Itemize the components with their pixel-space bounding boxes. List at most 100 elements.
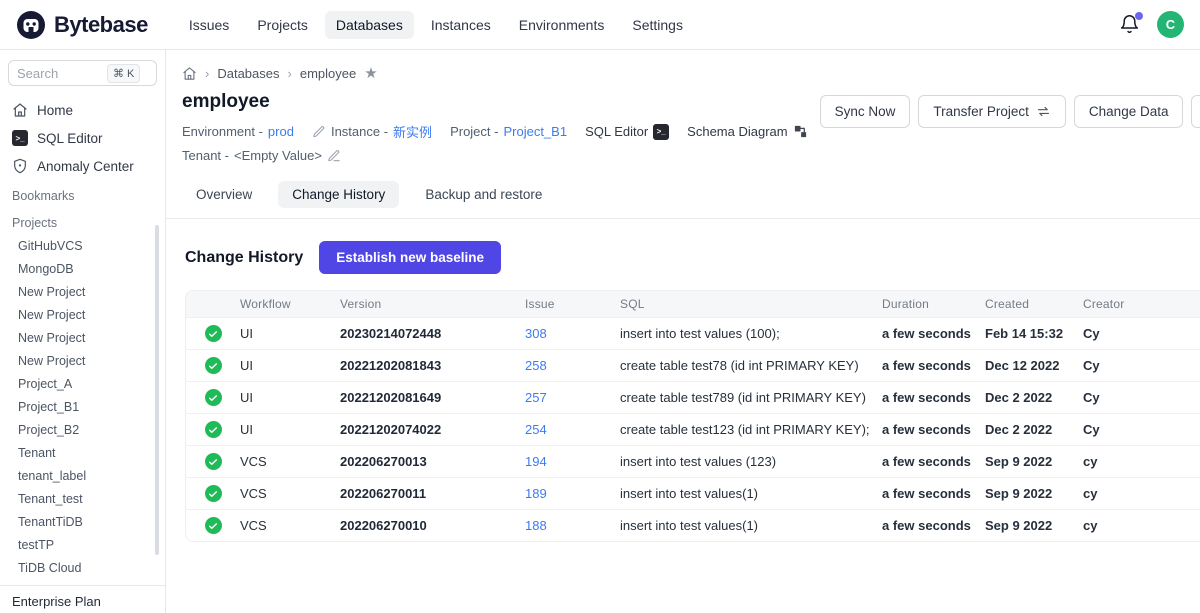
sidebar-project-item[interactable]: New Project [0,349,165,372]
sql-editor-link[interactable]: SQL Editor >_ [585,124,669,140]
search-input[interactable] [17,66,107,81]
nav-item[interactable]: Environments [508,11,616,39]
issue-link[interactable]: 188 [525,518,547,533]
table-row[interactable]: UI 20221202081649 257 create table test7… [186,382,1200,414]
sidebar-project-item[interactable]: GitHubVCS [0,234,165,257]
table-row[interactable]: UI 20230214072448 308 insert into test v… [186,318,1200,350]
col-issue: Issue [525,291,620,318]
breadcrumb-employee[interactable]: employee [300,66,356,81]
issue-link[interactable]: 254 [525,422,547,437]
sidebar-section-projects: Projects [0,207,165,234]
nav-item[interactable]: Instances [420,11,502,39]
col-creator: Creator [1083,291,1200,318]
sidebar-project-item[interactable]: TenantTiDB [0,510,165,533]
sidebar-project-item[interactable]: Project_B1 [0,395,165,418]
search-shortcut-badge: ⌘ K [107,64,140,83]
cell-creator: cy [1083,510,1200,542]
home-icon[interactable] [182,66,197,81]
sidebar-project-item[interactable]: New Project [0,303,165,326]
nav-item[interactable]: Issues [178,11,240,39]
sidebar-project-item[interactable]: MongoDB [0,257,165,280]
cell-created: Feb 14 15:32 [985,318,1083,350]
cell-duration: a few seconds [882,350,985,382]
tab[interactable]: Change History [278,181,399,208]
sidebar-project-item[interactable]: Tenant_test [0,487,165,510]
breadcrumb-databases[interactable]: Databases [217,66,279,81]
sql-editor-label: SQL Editor [585,124,648,139]
cell-duration: a few seconds [882,510,985,542]
success-check-icon [205,421,222,438]
project-link[interactable]: Project_B1 [503,124,567,139]
change-history-header: Change History Establish new baseline [166,219,1200,288]
sidebar-item-home[interactable]: Home [0,96,165,124]
issue-link[interactable]: 258 [525,358,547,373]
sidebar-project-item[interactable]: New Project [0,280,165,303]
nav-item[interactable]: Databases [325,11,414,39]
change-history-table-container: Workflow Version Issue SQL Duration Crea… [185,290,1200,542]
issue-link[interactable]: 257 [525,390,547,405]
environment-link[interactable]: prod [268,124,294,139]
navbar-right: C [1119,11,1184,38]
page-header: employee Environment - prod [166,81,1200,170]
breadcrumb: › Databases › employee ★ [166,50,1200,81]
establish-baseline-button[interactable]: Establish new baseline [319,241,501,274]
table-row[interactable]: UI 20221202074022 254 create table test1… [186,414,1200,446]
search-box[interactable]: ⌘ K [8,60,157,86]
sidebar-project-list: GitHubVCSMongoDBNew ProjectNew ProjectNe… [0,234,165,579]
cell-created: Dec 2 2022 [985,382,1083,414]
sidebar-project-item[interactable]: Project_A [0,372,165,395]
nav-item[interactable]: Settings [621,11,694,39]
table-row[interactable]: VCS 202206270011 189 insert into test va… [186,478,1200,510]
change-history-table: Workflow Version Issue SQL Duration Crea… [186,291,1200,541]
notifications-button[interactable] [1119,14,1141,36]
cell-created: Sep 9 2022 [985,478,1083,510]
sidebar-project-item[interactable]: Project_B2 [0,418,165,441]
cell-version: 20230214072448 [340,318,525,350]
sidebar-scrollbar[interactable] [155,225,159,555]
nav-item[interactable]: Projects [246,11,319,39]
cell-sql: insert into test values (123) [620,446,882,478]
cell-creator: cy [1083,446,1200,478]
environment-label: Environment - [182,124,263,139]
cell-duration: a few seconds [882,414,985,446]
bytebase-logo[interactable]: Bytebase [16,10,148,40]
change-data-button[interactable]: Change Data [1074,95,1184,128]
main-content: › Databases › employee ★ employee Enviro… [166,50,1200,613]
edit-pencil-icon[interactable] [327,149,341,163]
page-title: employee [182,91,820,113]
issue-link[interactable]: 194 [525,454,547,469]
tab[interactable]: Backup and restore [411,181,556,208]
cell-created: Sep 9 2022 [985,510,1083,542]
sidebar-project-item[interactable]: TiDB Cloud [0,556,165,579]
transfer-project-button[interactable]: Transfer Project [918,95,1066,128]
alter-schema-button[interactable]: Alter Schema [1191,95,1200,128]
issue-link[interactable]: 189 [525,486,547,501]
avatar[interactable]: C [1157,11,1184,38]
sidebar-project-item[interactable]: New Project [0,326,165,349]
sidebar-project-item[interactable]: Tenant [0,441,165,464]
schema-diagram-label: Schema Diagram [687,124,787,139]
schema-diagram-link[interactable]: Schema Diagram [687,124,807,139]
cell-creator: Cy [1083,350,1200,382]
sidebar-project-item[interactable]: testTP [0,533,165,556]
top-navbar: Bytebase IssuesProjectsDatabasesInstance… [0,0,1200,50]
cell-created: Dec 2 2022 [985,414,1083,446]
instance-link[interactable]: 新实例 [393,122,432,141]
home-icon [12,102,28,118]
sidebar-item-sql-editor[interactable]: >_ SQL Editor [0,124,165,152]
sidebar-item-anomaly-center[interactable]: Anomaly Center [0,152,165,180]
cell-duration: a few seconds [882,478,985,510]
sync-now-button[interactable]: Sync Now [820,95,911,128]
sidebar-project-item[interactable]: tenant_label [0,464,165,487]
favorite-star-icon[interactable]: ★ [364,66,377,81]
plan-label[interactable]: Enterprise Plan [0,585,165,613]
table-row[interactable]: UI 20221202081843 258 create table test7… [186,350,1200,382]
table-row[interactable]: VCS 202206270013 194 insert into test va… [186,446,1200,478]
issue-link[interactable]: 308 [525,326,547,341]
tab[interactable]: Overview [182,181,266,208]
instance-meta: Instance - 新实例 [312,122,432,141]
cell-creator: Cy [1083,414,1200,446]
cell-workflow: UI [240,382,340,414]
table-row[interactable]: VCS 202206270010 188 insert into test va… [186,510,1200,542]
cell-duration: a few seconds [882,446,985,478]
